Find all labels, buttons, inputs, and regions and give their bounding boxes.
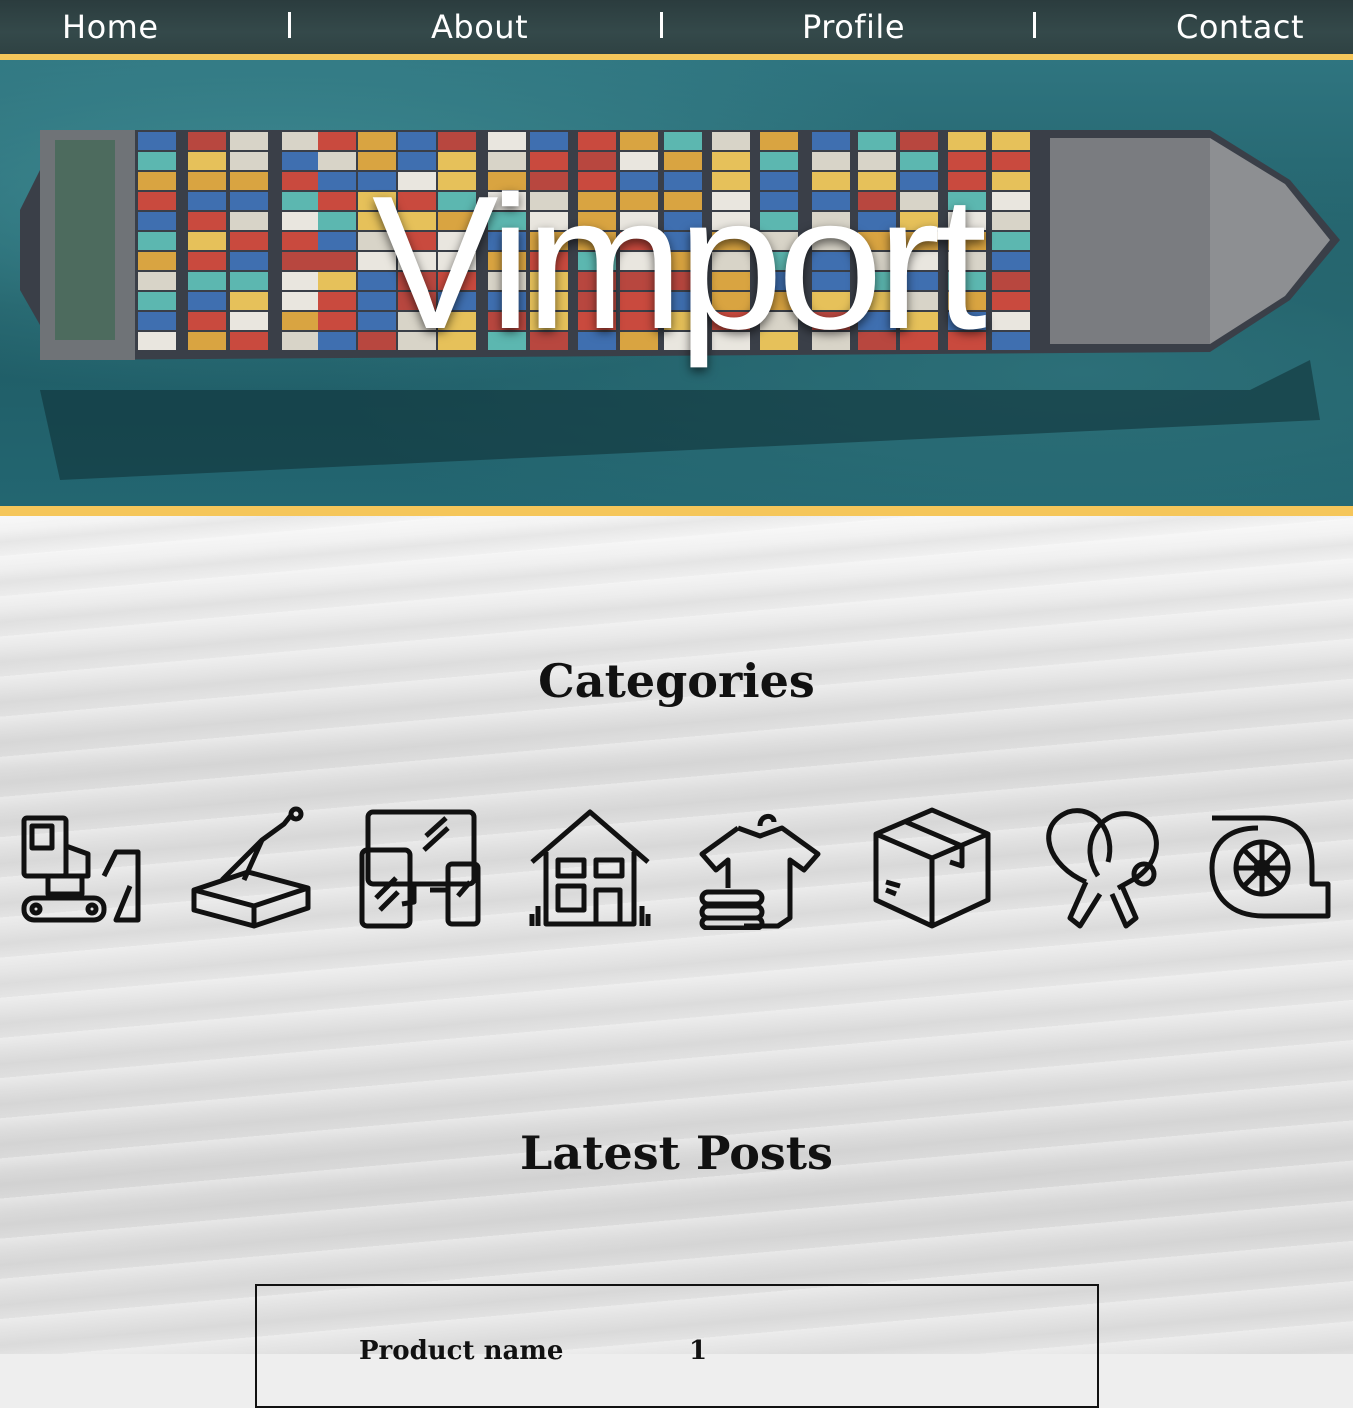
shipping-container: [358, 132, 396, 150]
turbo-icon[interactable]: [1208, 806, 1332, 930]
shipping-container: [188, 132, 226, 150]
main-content: Categories Latest Posts Product name 1: [0, 516, 1353, 1408]
shipping-container: [948, 132, 986, 150]
nav-home-link[interactable]: Home: [62, 8, 159, 46]
top-navigation: Home About Profile Contact: [0, 0, 1353, 60]
site-title: Vimport: [371, 157, 987, 369]
shipping-container: [760, 132, 798, 150]
nav-profile-link[interactable]: Profile: [802, 8, 905, 46]
nav-about-link[interactable]: About: [431, 8, 528, 46]
shipping-container: [578, 132, 616, 150]
categories-heading: Categories: [538, 654, 815, 708]
shipping-container: [664, 132, 702, 150]
shipping-container: [230, 132, 268, 150]
excavator-icon[interactable]: [18, 806, 142, 930]
box-icon[interactable]: [870, 806, 994, 930]
shipping-container: [438, 132, 476, 150]
nav-separator: [288, 12, 291, 38]
shipping-container: [530, 132, 568, 150]
shipping-container: [812, 132, 850, 150]
shipping-container: [318, 132, 356, 150]
shipping-container: [398, 132, 436, 150]
nav-separator: [660, 12, 663, 38]
devices-icon[interactable]: [358, 806, 482, 930]
shipping-container: [488, 132, 526, 150]
shipping-container: [858, 132, 896, 150]
latest-posts-table: Product name 1: [255, 1284, 1099, 1408]
shipping-container: [992, 132, 1030, 150]
shipping-container: [620, 132, 658, 150]
nav-separator: [1033, 12, 1036, 38]
clothing-icon[interactable]: [698, 806, 822, 931]
ping-pong-icon[interactable]: [1038, 806, 1162, 930]
product-number-header: 1: [689, 1336, 708, 1366]
brick-trowel-icon[interactable]: [188, 806, 312, 930]
latest-posts-heading: Latest Posts: [520, 1126, 833, 1180]
house-icon[interactable]: [528, 806, 652, 930]
shipping-container: [712, 132, 750, 150]
nav-contact-link[interactable]: Contact: [1176, 8, 1304, 46]
product-name-header: Product name: [359, 1336, 564, 1366]
shipping-container: [138, 132, 176, 150]
shipping-container: [282, 132, 320, 150]
hero-banner: Vimport: [0, 60, 1353, 516]
shipping-container: [900, 132, 938, 150]
